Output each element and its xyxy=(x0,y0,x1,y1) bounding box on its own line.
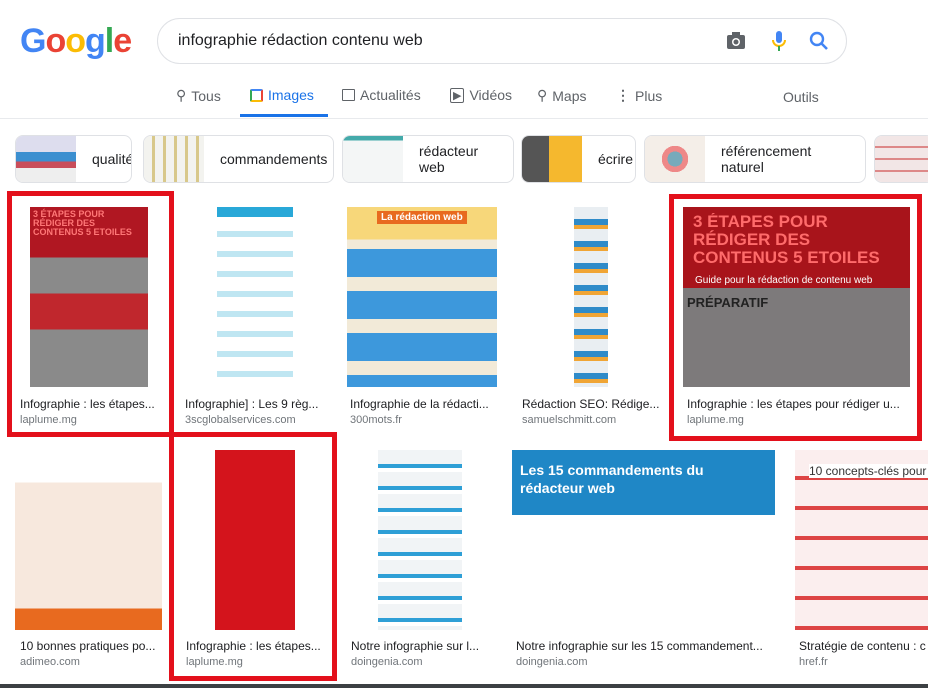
result-caption[interactable]: Rédaction SEO: Rédige... xyxy=(522,397,663,411)
result-1[interactable]: 3 ÉTAPES POUR RÉDIGER DES CONTENUS 5 ETO… xyxy=(15,207,162,432)
result-image xyxy=(182,207,328,387)
result-source: samuelschmitt.com xyxy=(522,414,617,426)
chip-more[interactable] xyxy=(874,135,928,183)
result-image xyxy=(348,450,492,630)
result-source: laplume.mg xyxy=(687,414,744,426)
result-image: 3 ÉTAPES POUR RÉDIGER DES CONTENUS 5 ETO… xyxy=(683,207,910,387)
result-source: doingenia.com xyxy=(516,656,588,668)
result-image xyxy=(182,450,328,630)
result-3[interactable]: La rédaction web Infographie de la rédac… xyxy=(347,207,497,432)
result-source: 3scglobalservices.com xyxy=(185,414,296,426)
divider xyxy=(0,118,928,119)
result-7[interactable]: Infographie : les étapes... laplume.mg xyxy=(182,450,328,675)
camera-icon[interactable] xyxy=(724,29,748,53)
result-8[interactable]: Notre infographie sur l... doingenia.com xyxy=(348,450,492,675)
result-caption[interactable]: Infographie de la rédacti... xyxy=(350,397,497,411)
result-10[interactable]: 10 concepts-clés pour Stratégie de conte… xyxy=(795,450,928,675)
result-source: laplume.mg xyxy=(20,414,77,426)
result-2[interactable]: Infographie] : Les 9 règ... 3scglobalser… xyxy=(182,207,328,432)
result-caption[interactable]: 10 bonnes pratiques po... xyxy=(20,639,162,653)
play-icon: ▶ xyxy=(450,87,465,103)
result-4[interactable]: Rédaction SEO: Rédige... samuelschmitt.c… xyxy=(519,207,663,432)
result-source: adimeo.com xyxy=(20,656,80,668)
result-6[interactable]: 10 bonnes pratiques po... adimeo.com xyxy=(15,450,162,675)
google-logo[interactable]: Google xyxy=(20,22,132,61)
chip-ecrire[interactable]: écrire xyxy=(521,135,636,183)
result-caption[interactable]: Infographie] : Les 9 règ... xyxy=(185,397,328,411)
tab-plus[interactable]: ⋮ Plus xyxy=(616,87,662,104)
result-caption[interactable]: Infographie : les étapes... xyxy=(20,397,160,411)
more-vert-icon: ⋮ xyxy=(616,87,630,103)
result-image: 3 ÉTAPES POUR RÉDIGER DES CONTENUS 5 ETO… xyxy=(15,207,162,387)
chip-qualite[interactable]: qualité xyxy=(15,135,132,183)
chip-redacteur-web[interactable]: rédacteur web xyxy=(342,135,514,183)
news-icon xyxy=(342,89,355,101)
search-icon[interactable] xyxy=(807,29,831,53)
result-caption[interactable]: Infographie : les étapes pour rédiger u.… xyxy=(687,397,909,411)
map-pin-icon: ⚲ xyxy=(537,87,548,103)
result-image xyxy=(15,450,162,630)
chip-thumbnail xyxy=(343,136,403,182)
result-image xyxy=(519,207,663,387)
result-caption[interactable]: Infographie : les étapes... xyxy=(186,639,328,653)
chip-thumbnail xyxy=(16,136,76,182)
tab-images[interactable]: Images xyxy=(250,87,314,103)
result-caption[interactable]: Stratégie de contenu : c xyxy=(799,639,928,653)
result-image: Les 15 commandements du rédacteur web xyxy=(512,450,775,630)
taskbar-edge xyxy=(0,684,928,688)
chip-thumbnail xyxy=(645,136,705,182)
chip-thumbnail xyxy=(144,136,204,182)
active-tab-indicator xyxy=(240,114,328,117)
tools-button[interactable]: Outils xyxy=(783,89,819,105)
tab-tous[interactable]: ⚲ Tous xyxy=(176,87,221,104)
result-caption[interactable]: Notre infographie sur les 15 commandemen… xyxy=(516,639,774,653)
microphone-icon[interactable] xyxy=(767,29,791,53)
search-input[interactable] xyxy=(178,32,698,50)
image-icon xyxy=(250,88,263,102)
tab-videos[interactable]: ▶ Vidéos xyxy=(450,87,512,103)
result-caption[interactable]: Notre infographie sur l... xyxy=(351,639,492,653)
tab-maps[interactable]: ⚲ Maps xyxy=(537,87,587,104)
chip-thumbnail xyxy=(875,136,928,182)
search-icon: ⚲ xyxy=(176,87,187,103)
result-source: 300mots.fr xyxy=(350,414,402,426)
search-box xyxy=(157,18,847,64)
result-source: doingenia.com xyxy=(351,656,423,668)
result-image: La rédaction web xyxy=(347,207,497,387)
result-source: laplume.mg xyxy=(186,656,243,668)
chip-thumbnail xyxy=(522,136,582,182)
result-5[interactable]: 3 ÉTAPES POUR RÉDIGER DES CONTENUS 5 ETO… xyxy=(683,207,910,432)
chip-commandements[interactable]: commandements xyxy=(143,135,334,183)
result-image: 10 concepts-clés pour xyxy=(795,450,928,630)
result-9[interactable]: Les 15 commandements du rédacteur web No… xyxy=(512,450,775,675)
chip-referencement-naturel[interactable]: référencement naturel xyxy=(644,135,866,183)
tab-actualites[interactable]: Actualités xyxy=(342,87,421,103)
result-source: href.fr xyxy=(799,656,828,668)
